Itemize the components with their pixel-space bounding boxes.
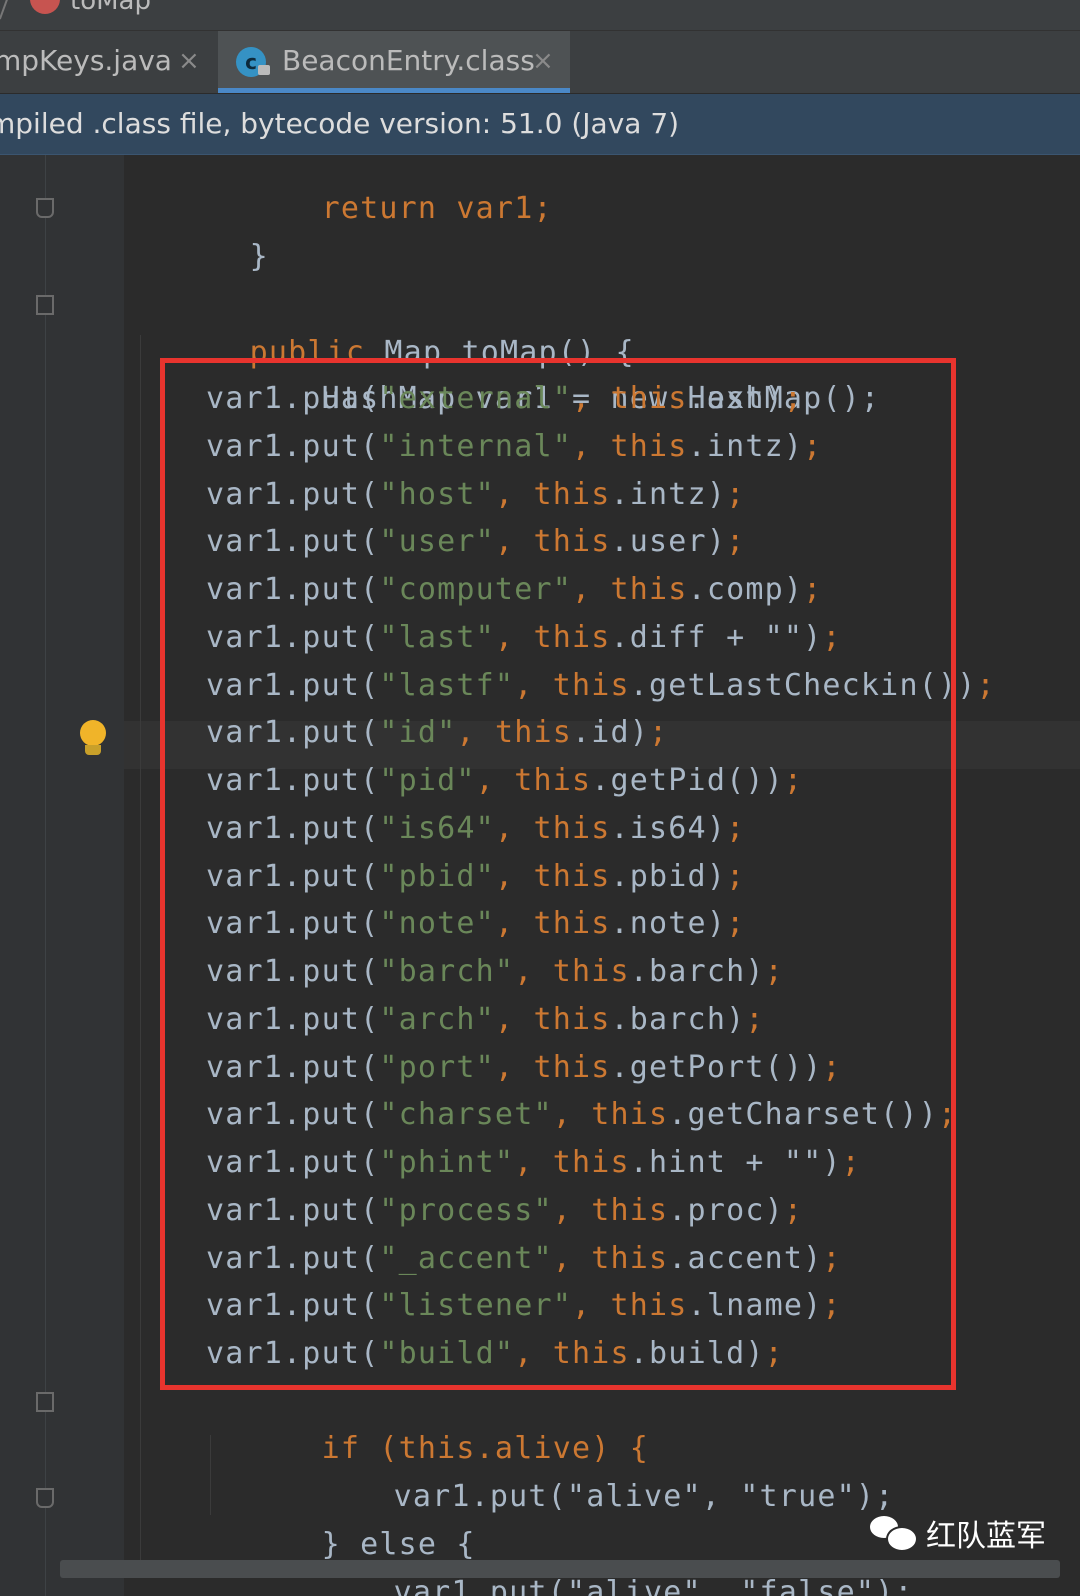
horizontal-scrollbar[interactable]	[60, 1560, 1060, 1578]
highlight-box	[160, 358, 956, 1390]
navigation-bar: toMap	[0, 0, 1080, 31]
close-icon[interactable]: ×	[532, 31, 554, 91]
code-line: var1.put("alive", "true");	[278, 1425, 894, 1514]
gutter-divider	[45, 155, 46, 1596]
close-icon[interactable]: ×	[178, 31, 200, 91]
return-statement: return var1;	[321, 191, 553, 226]
code-line: public Map toMap() {	[134, 281, 635, 370]
lightbulb-icon[interactable]	[80, 720, 106, 746]
gutter	[0, 155, 124, 1596]
code-line: } else {	[206, 1473, 476, 1562]
fold-end-icon[interactable]	[36, 198, 54, 218]
lock-icon	[258, 65, 270, 75]
editor-tab-bar: mpKeys.java × c BeaconEntry.class ×	[0, 31, 1080, 94]
fold-start-icon[interactable]	[36, 1392, 54, 1412]
breadcrumb-method[interactable]: toMap	[70, 0, 151, 16]
closing-brace: }	[249, 239, 269, 274]
banner-text: mpiled .class file, bytecode version: 51…	[0, 107, 680, 140]
watermark-text: 红队蓝军	[926, 1519, 1046, 1554]
watermark: 红队蓝军	[870, 1508, 1046, 1558]
semicolon: ;	[976, 668, 996, 703]
method-icon	[30, 0, 60, 14]
code-editor[interactable]: return var1; } public Map toMap() { Hash…	[0, 155, 1080, 1596]
put-alive-false: var1.put("alive", "false");	[393, 1575, 914, 1596]
tab-label: mpKeys.java	[0, 44, 172, 77]
tab-beaconentry-class[interactable]: c BeaconEntry.class ×	[218, 31, 570, 93]
tab-label: BeaconEntry.class	[282, 44, 535, 77]
lightbulb-base	[85, 745, 101, 755]
decompiled-notice-banner: mpiled .class file, bytecode version: 51…	[0, 94, 1080, 155]
code-line: return var1;	[206, 155, 553, 226]
fold-end-icon[interactable]	[36, 1488, 54, 1508]
tab-mpkeys-java[interactable]: mpKeys.java ×	[0, 31, 216, 93]
indent-guide	[140, 335, 141, 1575]
code-line: }	[134, 185, 269, 274]
breadcrumb-separator	[0, 0, 12, 20]
fold-start-icon[interactable]	[36, 295, 54, 315]
wechat-icon	[870, 1514, 918, 1552]
